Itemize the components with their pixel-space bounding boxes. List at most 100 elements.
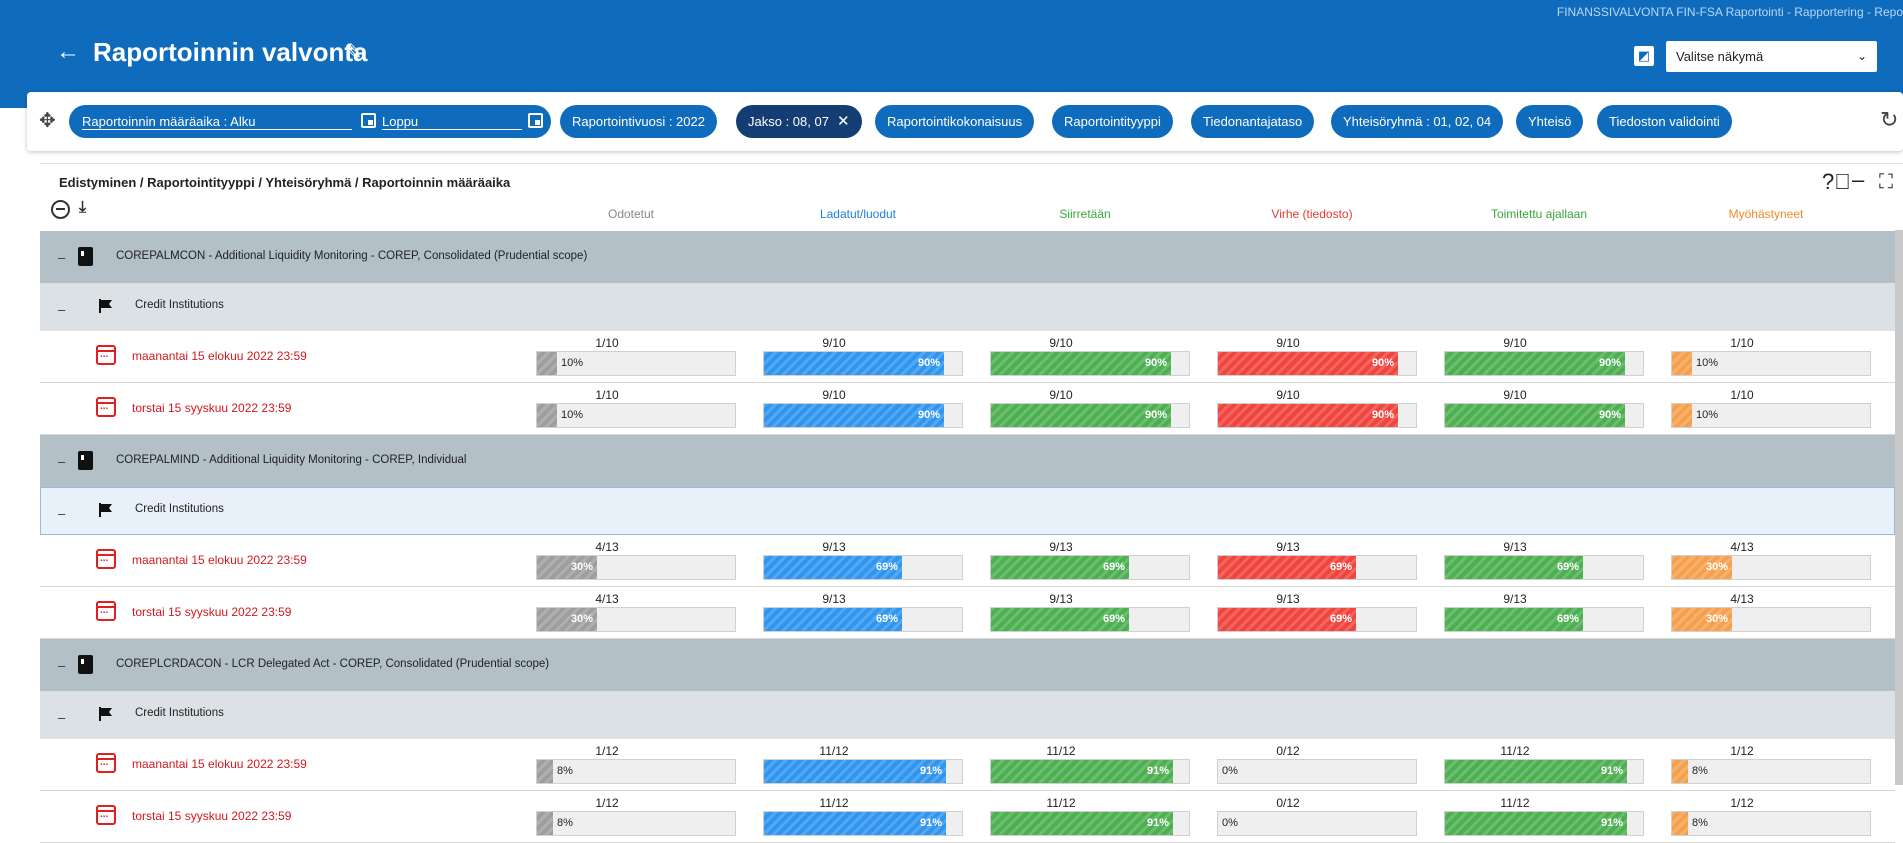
refresh-icon[interactable]: ↻ [1880,108,1898,132]
progress-percent-file-error: 69% [1330,561,1353,573]
progress-count-late: 1/10 [1730,336,1754,350]
calendar-icon [96,805,116,825]
deadline-date: maanantai 15 elokuu 2022 23:59 [132,349,307,363]
progress-bar-expected: 30% [536,607,736,632]
calendar-end-icon[interactable] [528,113,543,128]
progress-count-expected: 4/13 [595,592,619,606]
column-header-expected: Odotetut [607,207,655,221]
deadline-date: torstai 15 syyskuu 2022 23:59 [132,401,292,415]
progress-bar-transferring: 91% [990,759,1190,784]
progress-count-on-time: 9/13 [1503,592,1527,606]
progress-bar-transferring: 90% [990,351,1190,376]
progress-percent-uploaded: 91% [920,817,943,829]
pencil-icon[interactable]: ✎ [344,40,362,64]
collapse-toggle[interactable]: – [58,250,65,265]
page-title: Raportoinnin valvonta [93,37,368,67]
progress-count-uploaded: 9/13 [822,540,846,554]
progress-percent-uploaded: 69% [876,561,899,573]
calendar-start-icon[interactable] [361,113,376,128]
progress-bar-file-error: 90% [1217,403,1417,428]
scrollbar[interactable] [1895,230,1903,785]
progress-bar-file-error: 69% [1217,607,1417,632]
progress-bar-expected: 30% [536,555,736,580]
collapse-toggle[interactable]: – [58,710,65,725]
view-select[interactable]: Valitse näkymä ⌄ [1666,41,1877,72]
progress-bar-uploaded: 90% [763,403,963,428]
download-icon[interactable]: ⤓ [79,198,86,218]
progress-count-file-error: 9/13 [1276,592,1300,606]
entity-set-filter-chip[interactable]: Raportointikokonaisuus [875,105,1035,138]
collapse-all-icon[interactable] [51,200,70,219]
calendar-icon [96,397,116,417]
progress-fill-late [1672,812,1688,835]
progress-count-on-time: 9/10 [1503,388,1527,402]
progress-fill-transferring [991,760,1173,783]
fullscreen-icon[interactable]: ⛶ [1879,170,1893,194]
progress-percent-transferring: 90% [1145,409,1168,421]
progress-percent-uploaded: 90% [918,409,941,421]
entity-group-label: Credit Institutions [135,707,224,719]
move-icon[interactable]: ✥ [39,110,56,132]
deadline-filter-chip[interactable]: Raportoinnin määräaika : Alku Loppu [69,105,551,138]
collapse-toggle[interactable]: – [58,302,65,317]
deadline-end-label: Loppu [382,114,419,129]
progress-count-transferring: 11/12 [1046,796,1076,810]
entity-group-label: Credit Institutions [135,299,224,311]
column-header-transferring: Siirretään [1059,207,1111,221]
report-type-label: COREPALMIND - Additional Liquidity Monit… [116,454,467,466]
progress-fill-late [1672,760,1688,783]
progress-count-on-time: 9/10 [1503,336,1527,350]
progress-percent-expected: 8% [557,765,573,777]
progress-count-late: 4/13 [1730,592,1754,606]
deadline-end-underline [382,129,522,130]
validation-filter-chip[interactable]: Tiedoston validointi [1597,105,1732,138]
minimize-icon[interactable]: – [1852,168,1864,192]
provider-level-filter-chip[interactable]: Tiedonantajataso [1191,105,1315,138]
entity-group-row[interactable] [40,691,1895,739]
progress-count-uploaded: 9/10 [822,336,846,350]
year-filter-chip[interactable]: Raportointivuosi : 2022 [560,105,717,138]
entity-group-row[interactable] [40,487,1895,535]
arrow-left-icon[interactable]: ← [56,38,80,66]
report-type-filter-chip[interactable]: Raportointityyppi [1052,105,1173,138]
progress-percent-on-time: 91% [1601,817,1624,829]
collapse-toggle[interactable]: – [58,658,65,673]
collapse-toggle[interactable]: – [58,506,65,521]
progress-bar-transferring: 69% [990,607,1190,632]
progress-fill-uploaded [764,352,944,375]
progress-fill-on-time [1445,760,1627,783]
entity-filter-chip[interactable]: Yhteisö [1516,105,1584,138]
progress-percent-late: 30% [1706,613,1729,625]
collapse-toggle[interactable]: – [58,454,65,469]
calendar-icon [96,601,116,621]
progress-fill-uploaded [764,760,946,783]
progress-fill-expected [537,812,553,835]
period-filter-chip[interactable]: Jakso : 08, 07 ✕ [736,105,862,138]
flag-icon [98,502,114,518]
group-filter-chip[interactable]: Yhteisöryhmä : 01, 02, 04 [1331,105,1504,138]
progress-count-file-error: 0/12 [1276,796,1300,810]
progress-percent-late: 10% [1696,357,1719,369]
progress-bar-file-error: 90% [1217,351,1417,376]
progress-count-expected: 4/13 [595,540,619,554]
progress-percent-late: 8% [1692,817,1708,829]
progress-bar-expected: 8% [536,811,736,836]
progress-bar-file-error: 0% [1217,759,1417,784]
progress-percent-file-error: 0% [1222,765,1238,777]
help-icon[interactable]: ?⃝ [1822,170,1851,194]
progress-bar-expected: 10% [536,403,736,428]
progress-percent-on-time: 90% [1599,357,1622,369]
deadline-start-label: Raportoinnin määräaika : Alku [82,114,256,129]
progress-count-transferring: 9/13 [1049,592,1073,606]
progress-count-late: 4/13 [1730,540,1754,554]
progress-count-transferring: 9/13 [1049,540,1073,554]
report-book-icon [78,655,93,674]
close-icon[interactable]: ✕ [837,113,850,130]
view-select-value: Valitse näkymä [1676,49,1764,64]
progress-percent-expected: 30% [571,613,594,625]
progress-bar-uploaded: 91% [763,759,963,784]
entity-group-row[interactable] [40,283,1895,331]
progress-percent-on-time: 69% [1557,561,1580,573]
column-header-late: Myöhästyneet [1728,207,1804,221]
progress-fill-file-error [1218,352,1398,375]
